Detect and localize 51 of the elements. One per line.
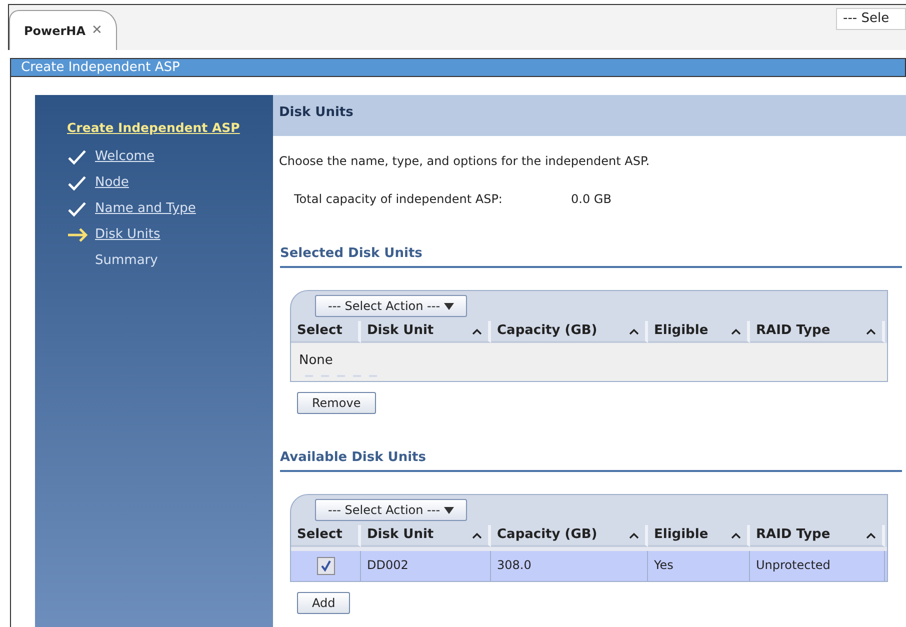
wizard-step-link[interactable]: Name and Type — [95, 199, 196, 218]
empty-text: None — [299, 353, 333, 368]
sort-caret-icon[interactable] — [731, 328, 741, 334]
sort-caret-icon[interactable] — [472, 328, 482, 334]
page-header: Disk Units — [273, 95, 906, 136]
action-button[interactable]: Remove — [297, 392, 376, 414]
arrow-right-icon — [67, 228, 89, 242]
section-heading: Available Disk Units — [280, 450, 426, 465]
table-cell: Yes — [648, 551, 750, 581]
wizard-step-link[interactable]: Node — [95, 173, 129, 192]
check-icon — [67, 200, 87, 217]
sort-caret-icon[interactable] — [866, 328, 876, 334]
select-dropdown[interactable]: --- Sele — [836, 8, 906, 30]
column-header: Select — [291, 321, 361, 343]
description: Choose the name, type, and options for the independent ASP. — [278, 153, 651, 170]
sort-caret-icon[interactable] — [866, 532, 876, 538]
sort-caret-icon[interactable] — [731, 532, 741, 538]
select-action-dropdown[interactable]: --- Select Action --- — [315, 499, 468, 521]
check-icon — [67, 148, 87, 165]
capacity-label: Total capacity of independent ASP: — [294, 191, 504, 208]
sort-caret-icon[interactable] — [629, 532, 639, 538]
check-icon — [67, 174, 87, 191]
column-header[interactable]: RAID Type — [750, 525, 885, 547]
wizard-step-link[interactable]: Disk Units — [95, 225, 160, 244]
column-header[interactable]: Disk Unit — [361, 321, 491, 343]
column-header[interactable]: Disk Unit — [361, 525, 491, 547]
title-bar: Create Independent ASP — [11, 58, 906, 77]
check-icon — [320, 560, 332, 572]
sort-caret-icon[interactable] — [629, 328, 639, 334]
column-header[interactable]: Capacity (GB) — [491, 321, 648, 343]
table-cell: 308.0 — [491, 551, 648, 581]
dropdown-arrow-icon — [444, 302, 454, 310]
table-row[interactable]: DD002 308.0 Yes Unprotected — [291, 547, 887, 581]
tab[interactable]: PowerHA ✕ — [9, 10, 118, 50]
table-cell: Unprotected — [750, 551, 885, 581]
column-header[interactable]: Capacity (GB) — [491, 525, 648, 547]
sort-caret-icon[interactable] — [472, 532, 482, 538]
capacity-value: 0.0 GB — [571, 191, 612, 208]
close-icon[interactable]: ✕ — [92, 20, 102, 40]
table-cell: DD002 — [361, 551, 491, 581]
column-header: Select — [291, 525, 361, 547]
section-heading: Selected Disk Units — [280, 246, 422, 261]
wizard-step: Summary — [95, 251, 158, 270]
wizard-step-link[interactable]: Welcome — [95, 147, 154, 166]
row-checkbox[interactable] — [316, 557, 334, 575]
dropdown-arrow-icon — [444, 506, 454, 514]
column-header[interactable]: Eligible — [648, 321, 750, 343]
column-header[interactable]: Eligible — [648, 525, 750, 547]
action-button[interactable]: Add — [297, 592, 350, 614]
column-header[interactable]: RAID Type — [750, 321, 885, 343]
select-action-dropdown[interactable]: --- Select Action --- — [315, 295, 468, 317]
